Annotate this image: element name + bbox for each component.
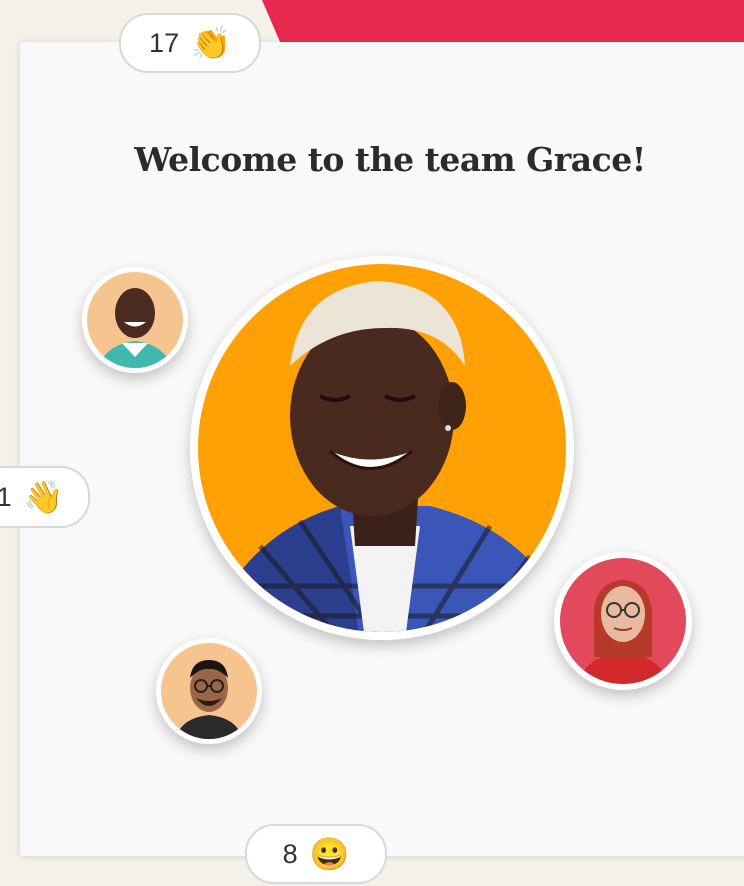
reaction-clap-pill[interactable]: 17 👏 (119, 13, 261, 73)
reaction-smile-pill[interactable]: 8 😀 (245, 824, 387, 884)
grinning-face-icon: 😀 (309, 836, 350, 872)
reaction-clap-count: 17 (149, 27, 180, 58)
reaction-wave-pill[interactable]: 1 👋 (0, 466, 90, 528)
avatar-team-member-1-photo (82, 267, 188, 373)
avatar-grace (190, 256, 574, 640)
avatar-team-member-2-photo (156, 638, 262, 744)
welcome-title: Welcome to the team Grace! (134, 140, 646, 179)
reaction-smile-count: 8 (282, 838, 298, 869)
avatar-team-member-1 (82, 267, 188, 373)
avatar-team-member-2 (156, 638, 262, 744)
avatar-team-member-3-photo (554, 552, 692, 690)
accent-bar (262, 0, 744, 42)
avatar-team-member-3 (554, 552, 692, 690)
clapping-hands-icon: 👏 (191, 25, 231, 61)
reaction-wave-count: 1 (0, 481, 12, 512)
avatar-grace-photo (190, 256, 574, 640)
waving-hand-icon: 👋 (23, 479, 64, 515)
